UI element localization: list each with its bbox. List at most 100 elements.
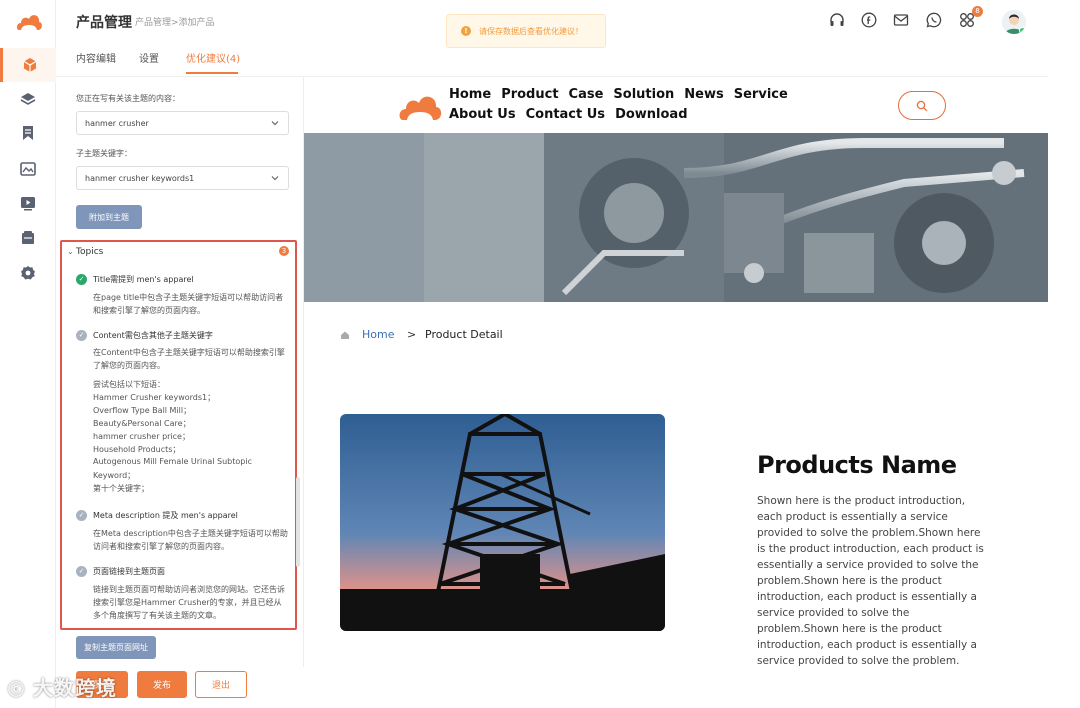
check-circle-icon: ✓	[76, 330, 87, 341]
save-hint-toast: ! 请保存数据后查看优化建议！	[446, 14, 606, 48]
online-status-dot	[1019, 27, 1026, 34]
rail-item-settings[interactable]	[0, 256, 56, 290]
phrase-item: Keyword；	[93, 471, 136, 480]
whatsapp-icon	[926, 12, 942, 28]
rail-item-video[interactable]	[0, 186, 56, 220]
avatar[interactable]	[1002, 10, 1026, 34]
site-nav-about[interactable]: About Us	[449, 105, 516, 125]
phrase-item: Hammer Crusher keywords1；	[93, 393, 216, 402]
mail-icon	[893, 14, 909, 26]
facebook-icon	[861, 12, 877, 28]
whatsapp-button[interactable]	[926, 12, 944, 30]
product-name: Products Name	[757, 451, 957, 479]
folder-icon	[22, 231, 34, 244]
breadcrumb-separator: >	[407, 328, 417, 341]
panel-scrollbar[interactable]	[296, 477, 300, 567]
topic-item-desc: 链接到主题页面可帮助访问者浏览您的网站。它还告诉搜索引擎您是Hammer Cru…	[93, 585, 285, 620]
topics-title: Topics	[76, 247, 104, 257]
subtopic-select-value: hanmer crusher keywords1	[85, 173, 195, 183]
topics-box: ⌄ Topics 3 ✓ Title需提到 men's apparel 在pag…	[60, 240, 297, 630]
topic-item-title: 页面链接到主题页面	[93, 567, 165, 576]
tab-optimization[interactable]: 优化建议(4)	[186, 50, 240, 65]
phrase-item: Autogenous Mill Female Urinal Subtopic	[93, 457, 252, 466]
topic-select-value: hanmer crusher	[85, 118, 149, 128]
rail-item-products[interactable]	[0, 48, 56, 82]
site-nav-download[interactable]: Download	[615, 105, 687, 125]
product-description: Shown here is the product introduction, …	[757, 495, 984, 667]
optimization-panel: 您正在写有关该主题的内容： hanmer crusher 子主题关键字： han…	[56, 77, 304, 667]
image-icon	[20, 162, 36, 176]
watermark-text: 大数跨境	[32, 676, 117, 700]
breadcrumb-home-link[interactable]: Home	[362, 328, 394, 341]
cloud-logo-icon[interactable]	[16, 10, 42, 32]
topic-select[interactable]: hanmer crusher	[76, 111, 289, 135]
topics-toggle[interactable]: ⌄ Topics	[67, 247, 104, 257]
phrase-item: Household Products；	[93, 445, 181, 454]
site-search-button[interactable]	[898, 91, 946, 120]
site-nav-home[interactable]: Home	[449, 85, 491, 105]
page-preview: Home Product Case Solution News Service About …	[304, 77, 1048, 667]
facebook-button[interactable]	[861, 12, 879, 30]
tab-content-edit[interactable]: 内容编辑	[76, 50, 116, 65]
phrases-intro: 尝试包括以下短语：	[93, 380, 165, 389]
topics-count-badge: 3	[279, 246, 289, 256]
attach-to-topic-button[interactable]: 附加到主题	[76, 205, 142, 229]
phrase-item: hammer crusher price；	[93, 432, 190, 441]
product-image	[340, 414, 665, 631]
rail-item-folder[interactable]	[0, 221, 56, 255]
check-circle-icon: ✓	[76, 510, 87, 521]
copy-topic-url-button[interactable]: 复制主题页面网址	[76, 636, 156, 659]
rail-item-image[interactable]	[0, 152, 56, 186]
topic-item-desc: 在Content中包含子主题关键字短语可以帮助搜索引擎了解您的页面内容。	[93, 348, 285, 370]
watermark: ⓒ 大数跨境	[8, 672, 117, 701]
phrase-item: Beauty&Personal Care；	[93, 419, 191, 428]
subtopic-label: 子主题关键字：	[76, 149, 132, 158]
site-nav-solution[interactable]: Solution	[613, 85, 674, 105]
topic-label: 您正在写有关该主题的内容：	[76, 94, 180, 103]
engine-machinery-image	[304, 133, 1048, 302]
phrase-item: Overflow Type Ball Mill；	[93, 406, 192, 415]
site-nav-case[interactable]: Case	[569, 85, 604, 105]
warning-icon: !	[461, 26, 471, 36]
site-cloud-logo-icon[interactable]	[398, 89, 442, 123]
site-nav-product[interactable]: Product	[501, 85, 558, 105]
breadcrumb: 产品管理>添加产品	[135, 18, 215, 28]
site-nav: Home Product Case Solution News Service About …	[449, 85, 869, 125]
watermark-logo-icon: ⓒ	[8, 680, 26, 699]
site-nav-contact[interactable]: Contact Us	[526, 105, 605, 125]
mail-button[interactable]	[893, 12, 911, 30]
subtopic-select[interactable]: hanmer crusher keywords1	[76, 166, 289, 190]
topic-item-title: Title需提到 men's apparel	[93, 275, 194, 284]
app-root: 产品管理 产品管理>添加产品 ! 请保存数据后查看优化建议！ 8 内容编辑 设置…	[0, 0, 1080, 708]
search-icon	[916, 100, 928, 111]
headset-icon	[830, 13, 844, 26]
topic-item-title: Meta description 提及 men's apparel	[93, 511, 238, 520]
topic-item-desc: 在Meta description中包含子主题关键字短语可以帮助访问者和搜索引擎…	[93, 529, 288, 551]
site-nav-news[interactable]: News	[684, 85, 723, 105]
cube-icon	[23, 58, 36, 72]
site-nav-service[interactable]: Service	[734, 85, 788, 105]
publish-button[interactable]: 发布	[137, 671, 187, 698]
phrase-item: 第十个关键字；	[93, 484, 149, 493]
bookmark-icon	[23, 126, 33, 140]
chevron-down-icon	[271, 121, 279, 126]
active-tab-indicator	[186, 72, 238, 74]
rail-item-bookmark[interactable]	[0, 116, 56, 150]
rail-item-layers[interactable]	[0, 82, 56, 116]
notification-badge: 8	[972, 6, 983, 17]
apps-button[interactable]: 8	[959, 6, 983, 30]
video-icon	[21, 197, 35, 211]
page-title: 产品管理	[76, 15, 132, 31]
tab-settings[interactable]: 设置	[139, 50, 159, 65]
topic-item-desc: 在page title中包含子主题关键字短语可以帮助访问者和搜索引擎了解您的页面…	[93, 293, 284, 315]
settings-icon	[21, 266, 35, 280]
icon-sidebar	[0, 0, 56, 708]
toast-text: 请保存数据后查看优化建议！	[479, 26, 583, 36]
headset-button[interactable]	[829, 12, 847, 30]
home-icon	[341, 331, 349, 339]
layers-icon	[20, 93, 36, 105]
top-header: 产品管理 产品管理>添加产品 ! 请保存数据后查看优化建议！ 8	[56, 0, 1080, 48]
check-circle-icon: ✓	[76, 566, 87, 577]
exit-button[interactable]: 退出	[195, 671, 247, 698]
industrial-silhouette-image	[340, 414, 665, 631]
